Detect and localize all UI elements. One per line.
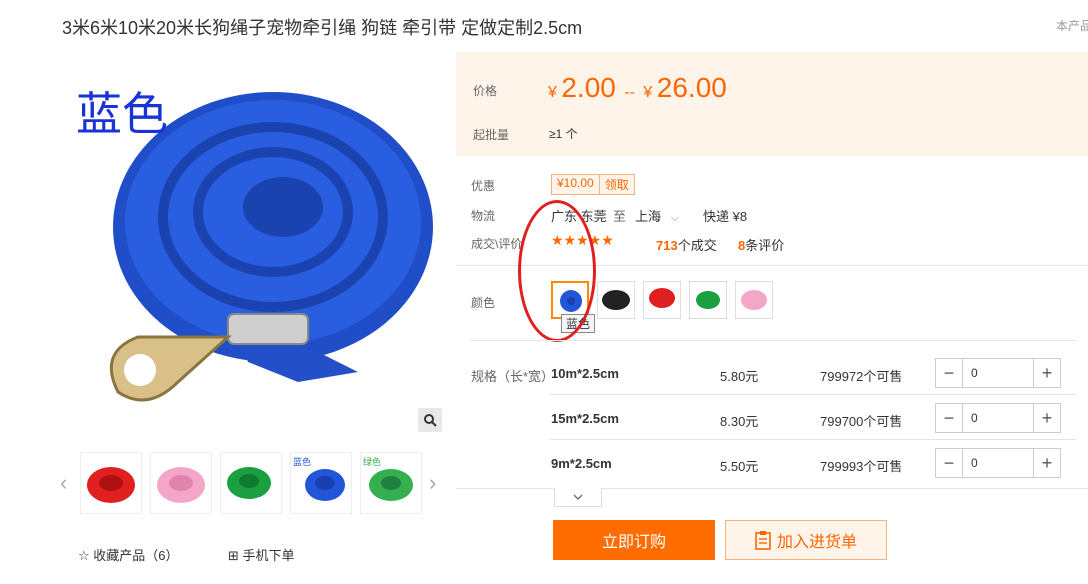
quantity-stepper[interactable]: − 0 +: [935, 448, 1061, 478]
spec-row-price: 5.80元: [720, 369, 759, 384]
thumbnail-2[interactable]: [150, 452, 212, 514]
thumbnail-3[interactable]: [220, 452, 282, 514]
deal-count[interactable]: 713个成交: [656, 235, 717, 254]
coupon-claim[interactable]: 领取: [598, 175, 634, 194]
color-swatch-black[interactable]: [597, 281, 635, 319]
price-max: 26.00: [656, 72, 727, 103]
add-to-cart-label: 加入进货单: [776, 534, 857, 551]
buy-now-button[interactable]: 立即订购: [553, 520, 715, 560]
color-swatch-pink[interactable]: [735, 281, 773, 319]
favorite-label: 收藏产品（6）: [93, 548, 179, 563]
thumbnail-4[interactable]: 蓝色: [290, 452, 352, 514]
deal-count-suffix: 个成交: [677, 238, 717, 253]
thumbnail-label: 蓝色: [293, 457, 312, 467]
quantity-stepper[interactable]: − 0 +: [935, 358, 1061, 388]
magnifier-icon[interactable]: [418, 408, 442, 432]
review-count-suffix: 条评价: [745, 238, 785, 253]
moq-label: 起批量: [473, 128, 510, 142]
moq-value: ≥1 个: [549, 127, 578, 141]
minus-button[interactable]: −: [936, 404, 963, 432]
quantity-input[interactable]: 0: [963, 404, 1033, 432]
currency-symbol: ¥: [643, 84, 653, 101]
chevron-down-icon: ⌵: [670, 212, 679, 224]
spec-row-name: 15m*2.5cm: [551, 411, 619, 426]
quantity-input[interactable]: 0: [963, 359, 1033, 387]
color-swatch-green[interactable]: [689, 281, 727, 319]
favorite-button[interactable]: ☆ 收藏产品（6）: [78, 545, 179, 564]
plus-button[interactable]: +: [1033, 449, 1060, 477]
add-to-cart-button[interactable]: 加入进货单: [725, 520, 887, 560]
minus-button[interactable]: −: [936, 449, 963, 477]
price-separator: --: [624, 84, 635, 101]
spec-row-stock: 799972个可售: [820, 369, 903, 384]
quantity-stepper[interactable]: − 0 +: [935, 403, 1061, 433]
logistics-label: 物流: [471, 209, 496, 223]
section-divider: [456, 488, 1088, 489]
promo-label: 优惠: [471, 179, 496, 193]
price-label: 价格: [473, 84, 498, 98]
image-color-overlay: 蓝色: [76, 87, 168, 141]
spec-row-price: 8.30元: [720, 414, 759, 429]
quantity-input[interactable]: 0: [963, 449, 1033, 477]
deals-label: 成交\评价: [471, 237, 523, 251]
price-range: ¥ 2.00 -- ¥ 26.00: [548, 72, 727, 104]
star-outline-icon: ☆: [78, 548, 90, 563]
qr-code-icon: ⊞: [228, 548, 239, 563]
thumbnail-5[interactable]: 绿色: [360, 452, 422, 514]
chevron-down-icon[interactable]: [554, 488, 602, 507]
row-divider: [550, 394, 1076, 395]
color-swatch-red[interactable]: [643, 281, 681, 319]
thumb-next-arrow-icon[interactable]: ›: [429, 470, 436, 496]
spec-row-name: 10m*2.5cm: [551, 366, 619, 381]
ship-to-word: 至: [613, 209, 627, 224]
mobile-order-label: 手机下单: [242, 548, 295, 563]
spec-row-price: 5.50元: [720, 459, 759, 474]
price-min: 2.00: [561, 72, 616, 103]
ship-to-value: 上海: [635, 209, 662, 224]
spec-row-name: 9m*2.5cm: [551, 456, 612, 471]
deal-count-number: 713: [656, 238, 678, 253]
express-fee: 快递 ¥8: [703, 209, 748, 224]
annotation-red-circle: [518, 200, 596, 342]
ship-to-select[interactable]: 上海 ⌵: [635, 206, 679, 225]
thumbnail-label: 绿色: [363, 457, 382, 467]
row-divider: [550, 439, 1076, 440]
thumbnail-1[interactable]: [80, 452, 142, 514]
product-title: 3米6米10米20米长狗绳子宠物牵引绳 狗链 牵引带 定做定制2.5cm: [62, 18, 583, 38]
plus-button[interactable]: +: [1033, 359, 1060, 387]
plus-button[interactable]: +: [1033, 404, 1060, 432]
mobile-order-button[interactable]: ⊞ 手机下单: [228, 545, 295, 564]
thumb-prev-arrow-icon[interactable]: ‹: [60, 470, 67, 496]
spec-row-stock: 799993个可售: [820, 459, 903, 474]
coupon-badge[interactable]: ¥10.00 领取: [551, 174, 635, 195]
currency-symbol: ¥: [548, 84, 557, 101]
spec-row-stock: 799700个可售: [820, 414, 903, 429]
minus-button[interactable]: −: [936, 359, 963, 387]
clipboard-icon: [755, 531, 771, 550]
coupon-value: ¥10.00: [557, 176, 594, 190]
spec-label: 规格（长*宽）: [471, 369, 555, 384]
section-divider: [470, 340, 1076, 341]
this-product-link[interactable]: 本产品: [1056, 17, 1088, 34]
color-label: 颜色: [471, 296, 496, 310]
review-count[interactable]: 8条评价: [738, 235, 784, 254]
